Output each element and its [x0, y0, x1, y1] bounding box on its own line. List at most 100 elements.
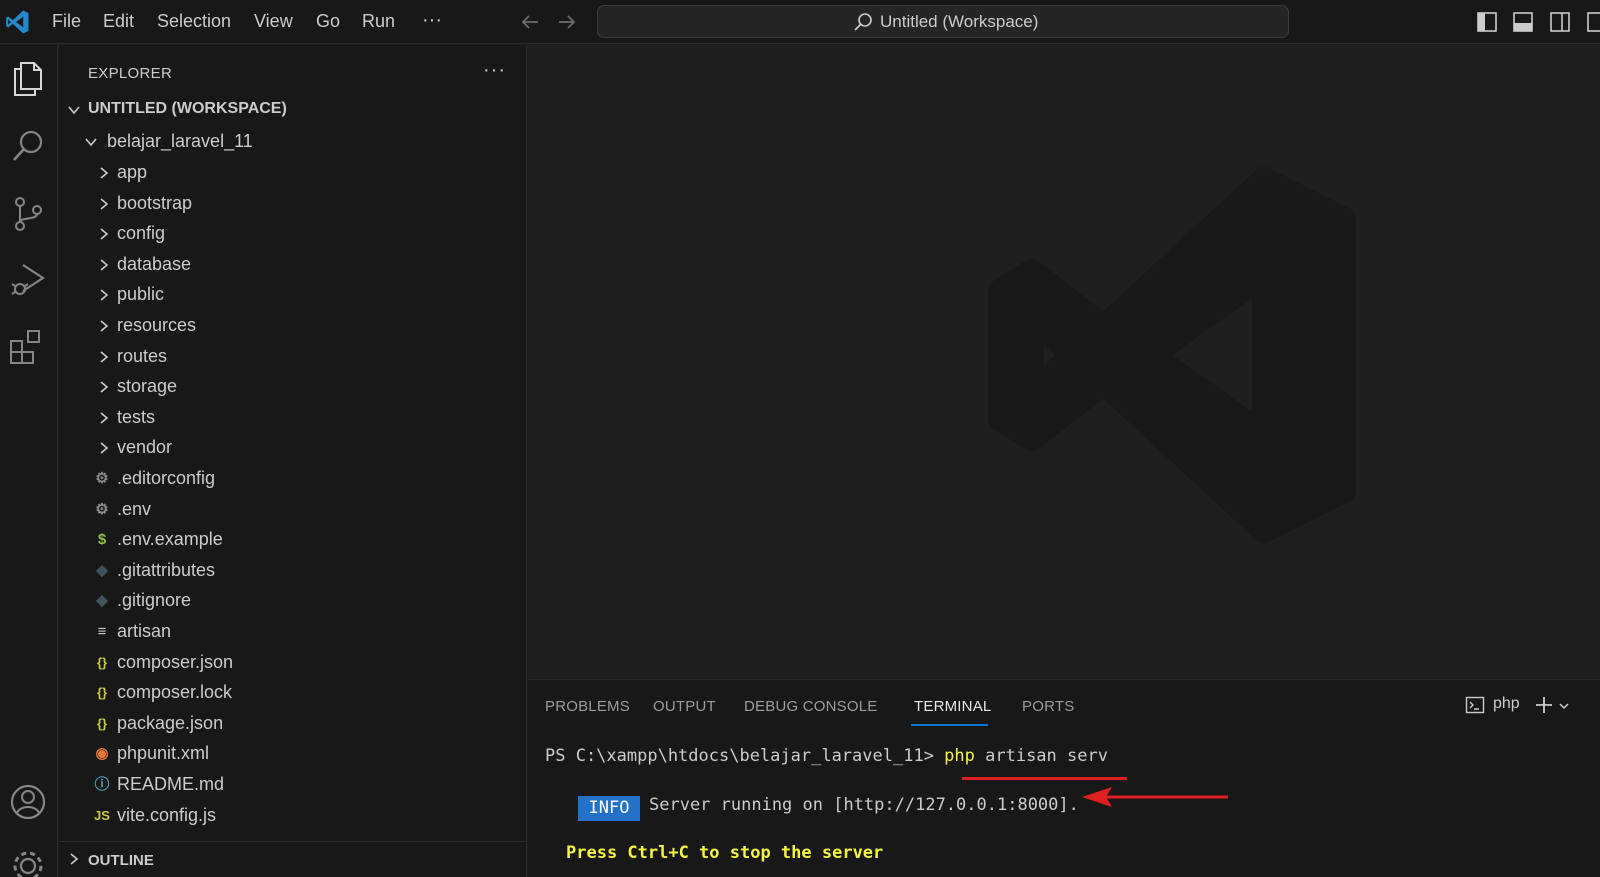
file-item[interactable]: ◆ .gitattributes: [59, 555, 527, 586]
chevron-right-icon: [100, 442, 109, 455]
folder-label: storage: [117, 376, 178, 397]
source-control-icon[interactable]: [7, 193, 49, 235]
file-item[interactable]: ◆ .gitignore: [59, 585, 527, 616]
folder-item[interactable]: database: [59, 249, 527, 280]
file-label: .env.example: [117, 529, 223, 550]
toggle-secondary-sidebar-icon[interactable]: [1549, 11, 1571, 33]
folder-item[interactable]: bootstrap: [59, 188, 527, 219]
file-item[interactable]: JS vite.config.js: [59, 800, 527, 831]
info-icon: ⓘ: [94, 776, 110, 793]
terminal-cmd-args: artisan serv: [974, 746, 1108, 766]
workspace-header[interactable]: UNTITLED (WORKSPACE): [59, 96, 527, 124]
chevron-right-icon: [100, 381, 109, 393]
file-label: artisan: [117, 621, 172, 641]
explorer-more-button[interactable]: ···: [483, 59, 506, 82]
toggle-sidebar-icon[interactable]: [1476, 11, 1498, 33]
dollar-icon: $: [97, 531, 107, 549]
folder-item[interactable]: tests: [59, 402, 527, 433]
terminal-name[interactable]: php: [1493, 695, 1520, 713]
chevron-right-icon: [100, 320, 109, 332]
terminal-icon: [1465, 696, 1485, 714]
menu-view[interactable]: View: [254, 11, 293, 32]
file-label: package.json: [117, 712, 224, 733]
file-item[interactable]: ≡ artisan: [59, 616, 527, 647]
menu-edit[interactable]: Edit: [103, 11, 134, 32]
project-folder-label: belajar_laravel_11: [107, 131, 253, 151]
chevron-right-icon: [100, 228, 109, 240]
chevron-down-icon[interactable]: [1558, 700, 1570, 712]
file-label: .gitattributes: [117, 559, 216, 580]
menu-go[interactable]: Go: [316, 11, 340, 32]
file-label: .gitignore: [117, 590, 192, 611]
tab-debug-console[interactable]: DEBUG CONSOLE: [744, 698, 877, 715]
file-label: README.md: [117, 774, 225, 794]
tab-terminal[interactable]: TERMINAL: [914, 698, 991, 715]
forward-arrow-icon[interactable]: [555, 10, 579, 34]
chevron-right-icon: [100, 412, 109, 424]
search-icon[interactable]: [7, 125, 49, 167]
explorer-sidebar: EXPLORER ··· UNTITLED (WORKSPACE) belaja…: [59, 45, 527, 877]
outline-section-header[interactable]: OUTLINE: [59, 841, 527, 877]
file-item[interactable]: $ .env.example: [59, 524, 527, 555]
file-label: vite.config.js: [117, 804, 217, 825]
file-label: .env: [117, 498, 152, 519]
chevron-right-icon: [100, 197, 109, 210]
folder-label: config: [117, 223, 166, 244]
file-label: phpunit.xml: [117, 743, 210, 764]
js-icon: JS: [94, 807, 110, 823]
outline-label: OUTLINE: [88, 852, 154, 869]
file-item[interactable]: ⚙ .editorconfig: [59, 463, 527, 494]
run-debug-icon[interactable]: [7, 259, 49, 301]
git-icon: ◆: [96, 592, 108, 610]
command-center-search[interactable]: Untitled (Workspace): [597, 5, 1289, 38]
file-item[interactable]: ◉ phpunit.xml: [59, 738, 527, 769]
file-item[interactable]: {} composer.lock: [59, 677, 527, 708]
folder-item[interactable]: vendor: [59, 432, 527, 463]
folder-item[interactable]: config: [59, 218, 527, 249]
new-terminal-plus-icon[interactable]: [1534, 695, 1554, 715]
folder-label: app: [117, 162, 148, 182]
menu-file[interactable]: File: [52, 11, 81, 32]
chevron-right-icon: [100, 350, 109, 363]
tab-problems[interactable]: PROBLEMS: [545, 698, 630, 715]
explorer-files-icon[interactable]: [7, 57, 49, 99]
tab-output[interactable]: OUTPUT: [653, 698, 716, 715]
menu-run[interactable]: Run: [362, 11, 395, 32]
terminal-command-line: PS C:\xampp\htdocs\belajar_laravel_11> p…: [545, 746, 1108, 766]
file-item[interactable]: ⚙ .env: [59, 494, 527, 525]
customize-layout-icon[interactable]: [1586, 11, 1600, 33]
folder-label: tests: [117, 406, 156, 427]
folder-item[interactable]: resources: [59, 310, 527, 341]
folder-label: bootstrap: [117, 192, 193, 213]
info-badge: INFO: [578, 796, 640, 821]
accounts-icon[interactable]: [7, 781, 49, 823]
folder-item[interactable]: app: [59, 157, 527, 188]
menu-more-button[interactable]: ···: [422, 9, 442, 32]
file-item[interactable]: ⓘ README.md: [59, 769, 527, 800]
toggle-panel-icon[interactable]: [1512, 11, 1534, 33]
vscode-watermark-icon: [988, 167, 1356, 543]
lines-icon: ≡: [97, 623, 107, 640]
gear-icon: ⚙: [95, 470, 109, 487]
folder-item[interactable]: public: [59, 279, 527, 310]
folder-label: public: [117, 284, 165, 305]
terminal-cmd-php: php: [944, 746, 975, 766]
workspace-label: UNTITLED (WORKSPACE): [88, 100, 287, 117]
chevron-right-icon: [100, 259, 109, 271]
activity-bar: [0, 45, 58, 877]
menu-selection[interactable]: Selection: [157, 11, 231, 32]
chevron-down-icon: [85, 138, 97, 147]
folder-item[interactable]: routes: [59, 341, 527, 372]
folder-item[interactable]: storage: [59, 371, 527, 402]
file-item[interactable]: {} package.json: [59, 708, 527, 739]
file-item[interactable]: {} composer.json: [59, 647, 527, 678]
chevron-right-icon: [100, 289, 109, 302]
folder-label: database: [117, 253, 192, 274]
extensions-icon[interactable]: [7, 327, 49, 369]
server-running-text: Server running on [http://127.0.0.1:8000…: [649, 795, 1079, 815]
tab-ports[interactable]: PORTS: [1022, 698, 1074, 715]
manage-gear-icon[interactable]: [7, 845, 49, 877]
chevron-down-icon: [68, 106, 80, 115]
project-folder[interactable]: belajar_laravel_11: [59, 126, 527, 157]
back-arrow-icon[interactable]: [518, 10, 542, 34]
